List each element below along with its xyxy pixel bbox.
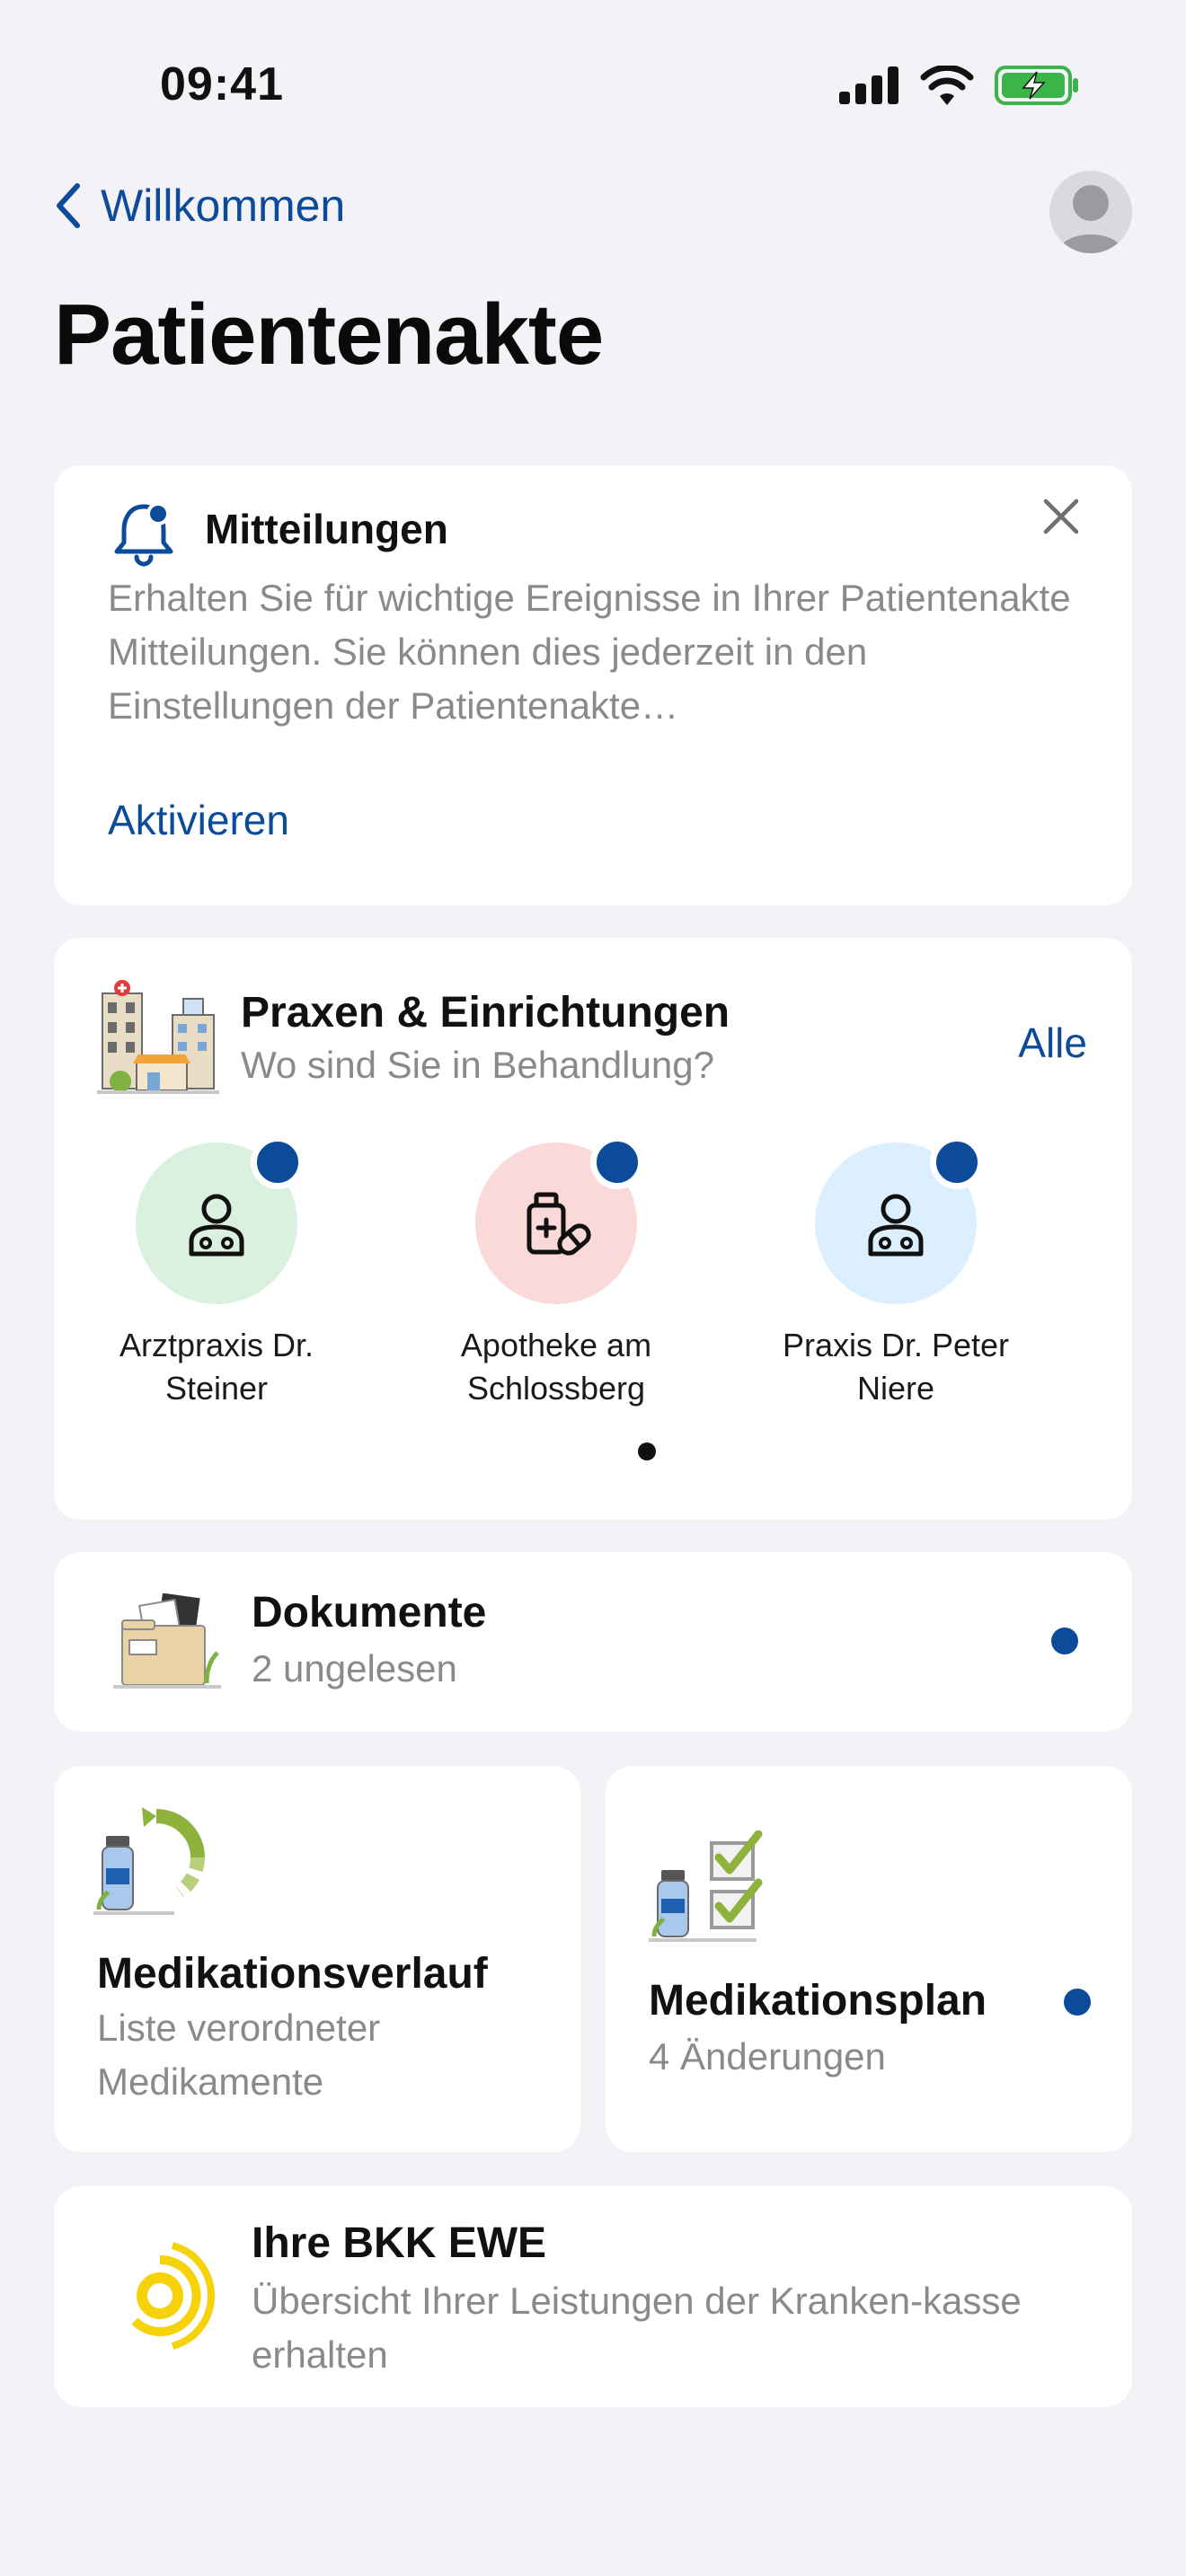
insurance-subtitle: Übersicht Ihrer Leistungen der Kranken-k… [252,2280,1022,2376]
medication-history-card[interactable]: Medikationsverlauf Liste verordneter Med… [54,1766,580,2152]
medication-plan-icon [649,1831,763,1942]
provider-avatar [475,1135,644,1304]
insurance-title: Ihre BKK EWE [252,2219,547,2267]
back-label: Willkommen [101,181,346,231]
battery-charging-icon [995,66,1078,105]
unread-dot [590,1135,644,1189]
status-time: 09:41 [160,58,284,110]
unread-dot [930,1135,984,1189]
provider-avatar [815,1135,984,1304]
notifications-title: Mitteilungen [205,506,448,552]
documents-card[interactable]: Dokumente 2 ungelesen [54,1552,1132,1732]
bell-icon [114,502,173,567]
practices-all-link[interactable]: Alle [1018,1019,1087,1067]
patient-record-screen: 09:41 Willkommen Patientenakte Mitteilun… [0,0,1186,2576]
notifications-card: Mitteilungen Erhalten Sie für wichtige E… [54,465,1132,905]
medication-plan-subtitle: 4 Änderungen [649,2035,886,2078]
medication-history-icon [93,1807,206,1915]
medication-history-subtitle: Liste verordneter Medikamente [97,2007,381,2103]
provider-name: Praxis Dr. Peter Niere [782,1327,1010,1407]
status-icons [839,65,1080,106]
bkk-logo-icon [131,2242,215,2350]
provider-avatar [136,1135,305,1304]
provider-item[interactable]: Praxis Dr. Peter Niere [761,1135,1031,1410]
medication-plan-title: Medikationsplan [649,1977,987,2025]
chevron-left-icon [57,183,80,228]
unread-dot [1064,1989,1091,2016]
unread-dot [1051,1628,1078,1654]
cellular-signal-icon [839,66,898,104]
provider-item[interactable]: Arztpraxis Dr. Steiner [82,1135,351,1410]
person-icon [1058,185,1123,253]
doctor-icon [868,1194,924,1257]
medication-plan-card[interactable]: Medikationsplan 4 Änderungen [606,1766,1132,2152]
page-title: Patientenakte [54,287,604,383]
notifications-body: Erhalten Sie für wichtige Ereignisse in … [108,577,1071,727]
provider-item[interactable]: Apotheke am Schlossberg [421,1135,691,1410]
page-indicator[interactable] [638,1442,656,1460]
practices-title: Praxen & Einrichtungen [241,989,730,1037]
buildings-illustration-icon [97,980,219,1094]
practices-subtitle: Wo sind Sie in Behandlung? [241,1044,714,1086]
documents-folder-icon [113,1593,221,1689]
pharmacy-icon [527,1192,591,1256]
provider-name: Apotheke am Schlossberg [460,1327,652,1407]
activate-button[interactable]: Aktivieren [108,796,289,844]
close-icon[interactable] [1037,492,1085,541]
documents-title: Dokumente [252,1589,487,1636]
practices-card[interactable]: Praxen & Einrichtungen Wo sind Sie in Be… [54,938,1132,1520]
wifi-icon [920,66,974,105]
doctor-icon [189,1194,244,1257]
unread-dot [251,1135,305,1189]
avatar[interactable] [1049,171,1132,253]
insurance-card[interactable]: Ihre BKK EWE Übersicht Ihrer Leistungen … [54,2186,1132,2407]
medication-history-title: Medikationsverlauf [97,1950,488,1998]
back-button[interactable]: Willkommen [54,180,345,232]
provider-name: Arztpraxis Dr. Steiner [119,1327,314,1407]
documents-subtitle: 2 ungelesen [252,1647,457,1689]
